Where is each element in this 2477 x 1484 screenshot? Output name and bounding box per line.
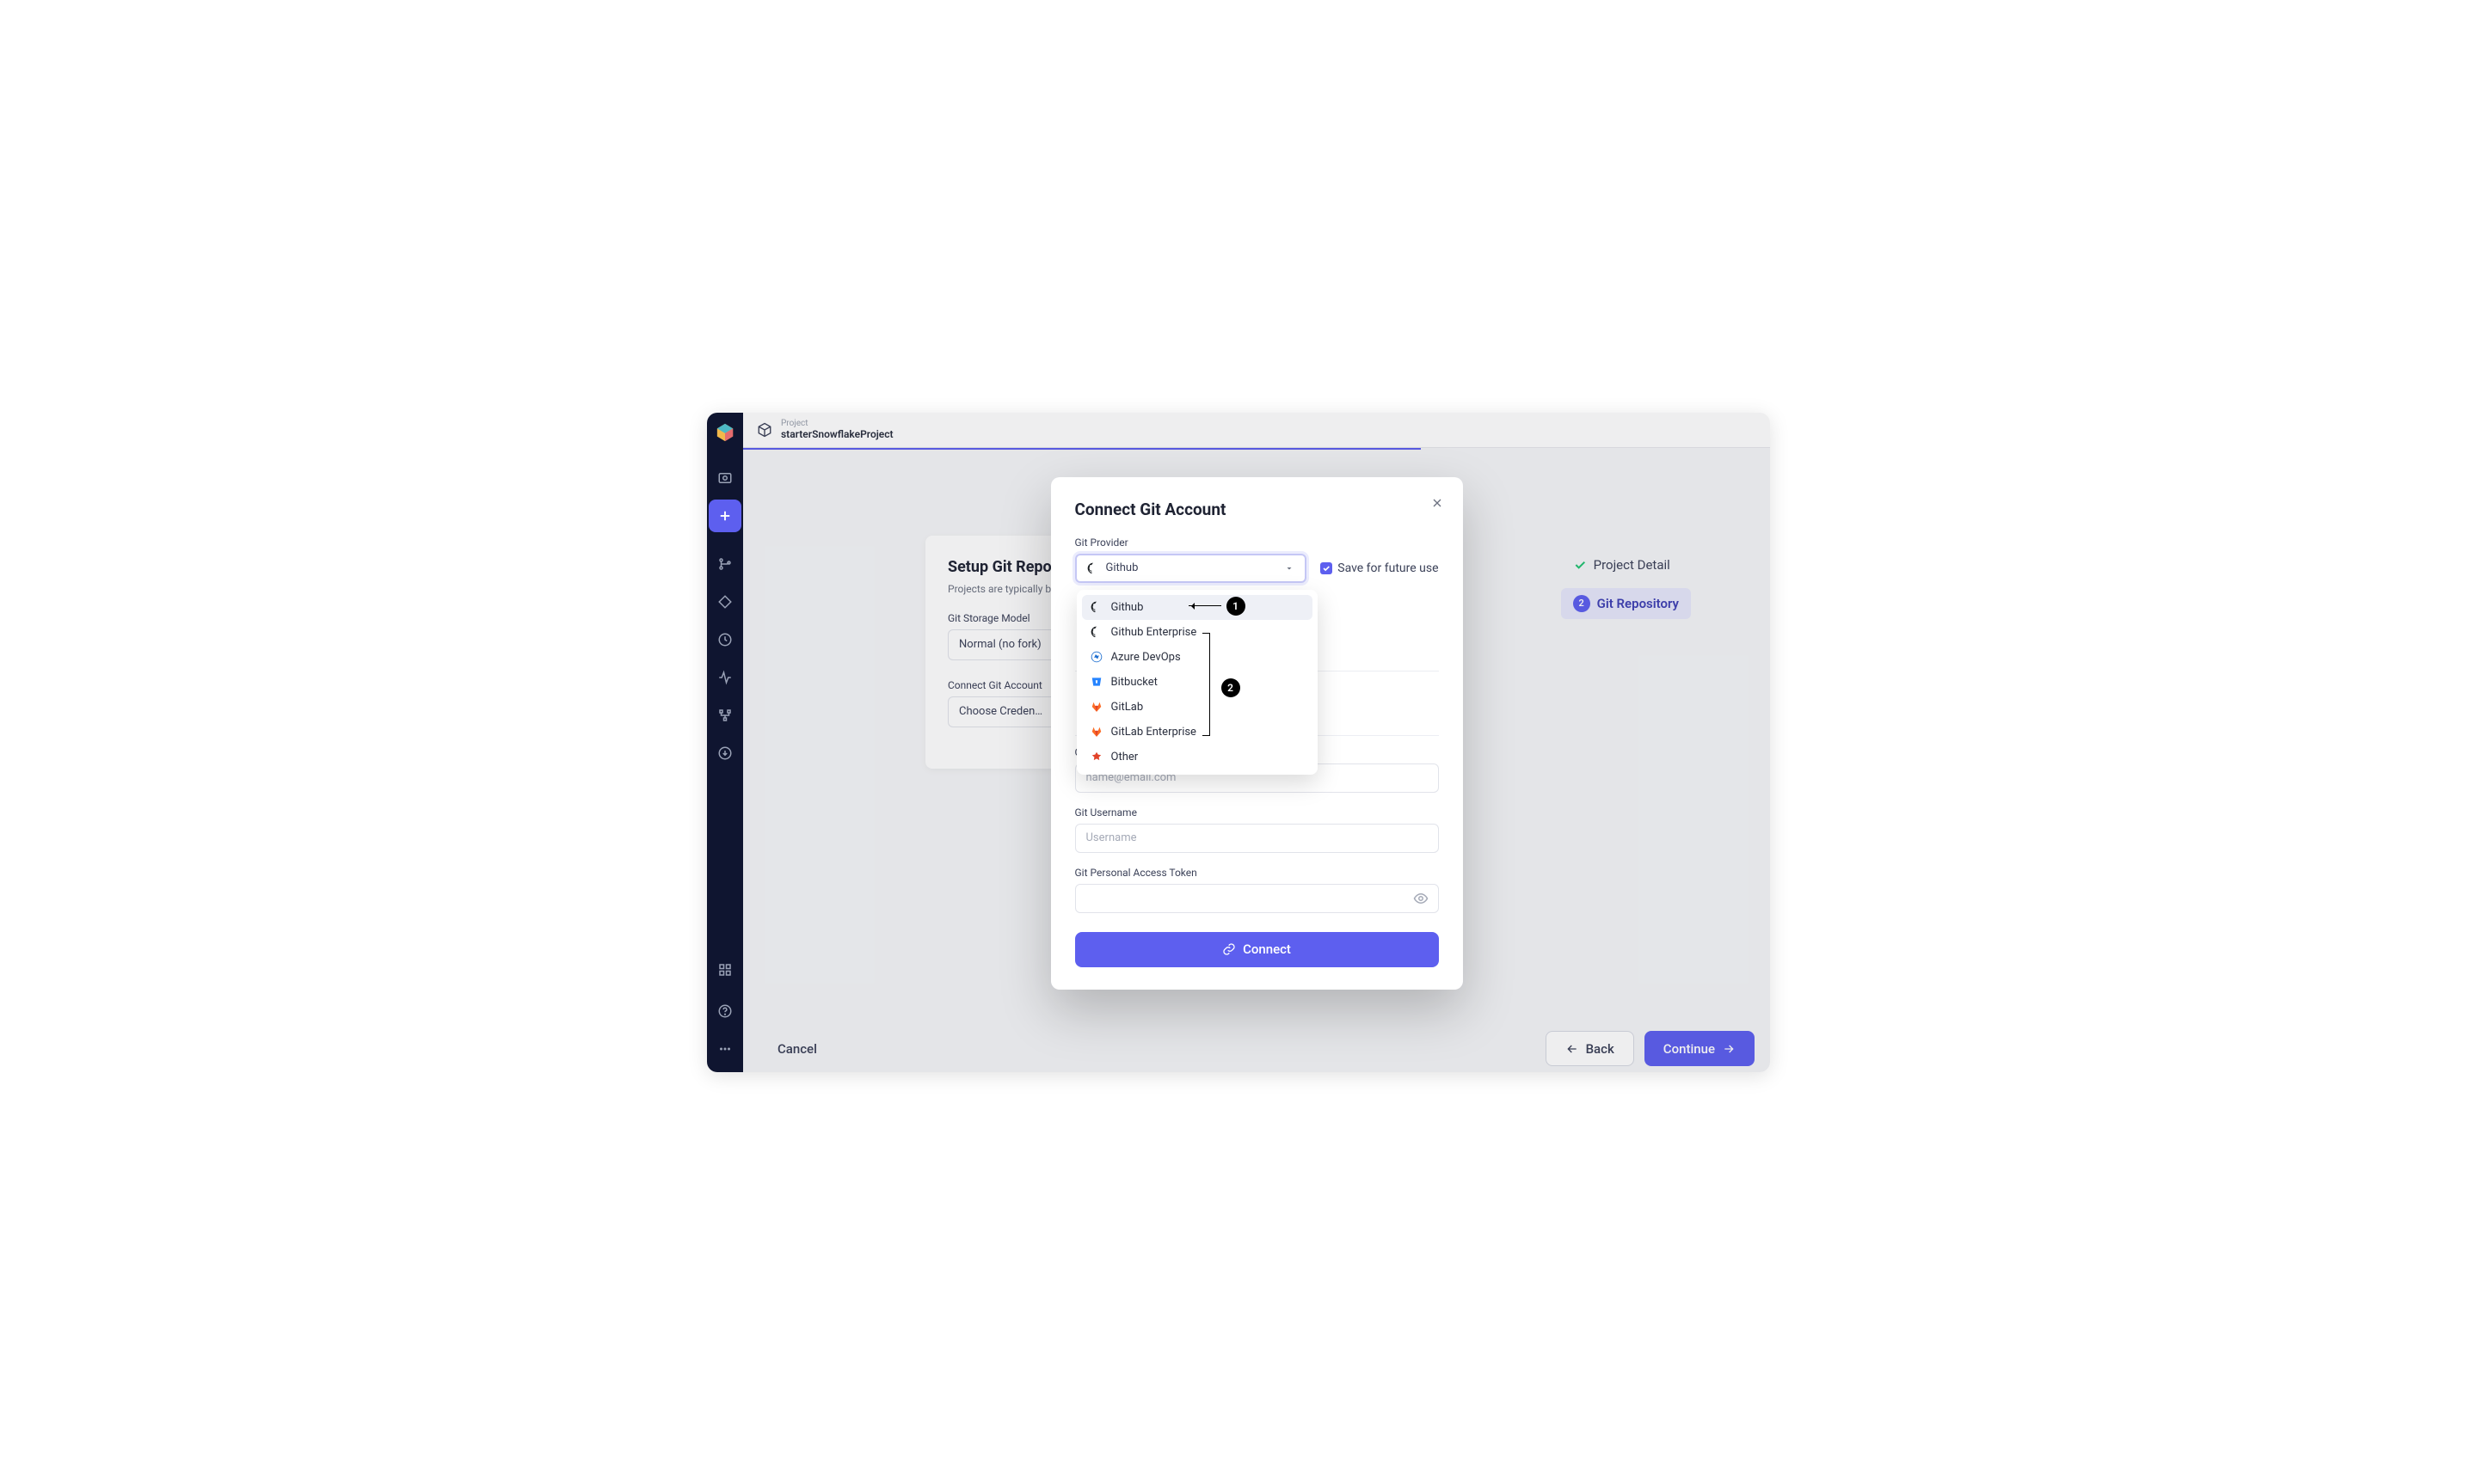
github-icon: [1091, 626, 1103, 638]
connect-button[interactable]: Connect: [1075, 932, 1439, 967]
provider-option-github-ent[interactable]: Github Enterprise: [1082, 620, 1312, 645]
sidebar-overview-icon[interactable]: [709, 462, 741, 494]
chevron-down-icon: [1284, 563, 1294, 573]
sidebar-tag-icon[interactable]: [709, 586, 741, 618]
provider-label: Git Provider: [1075, 537, 1439, 549]
username-input[interactable]: [1075, 824, 1439, 853]
save-future-label: Save for future use: [1337, 561, 1438, 575]
sidebar-branch-icon[interactable]: [709, 548, 741, 580]
provider-select[interactable]: Github GithubGithub EnterpriseAzure DevO…: [1075, 554, 1307, 583]
bitbucket-icon: [1091, 676, 1103, 688]
provider-option-gitlab-ent[interactable]: GitLab Enterprise: [1082, 720, 1312, 745]
sidebar-history-icon[interactable]: [709, 623, 741, 656]
username-label: Git Username: [1075, 806, 1439, 819]
provider-selected-label: Github: [1106, 561, 1139, 574]
sidebar-apps-icon[interactable]: [709, 954, 741, 986]
annotation-badge: 1: [1226, 597, 1245, 616]
save-future-checkbox[interactable]: Save for future use: [1320, 561, 1438, 575]
annotation-2: 2: [1204, 633, 1210, 736]
github-icon: [1087, 562, 1099, 574]
gitlab-icon: [1091, 701, 1103, 713]
token-input[interactable]: [1075, 884, 1439, 913]
sidebar-download-icon[interactable]: [709, 737, 741, 770]
sidebar-help-icon[interactable]: [709, 995, 741, 1027]
annotation-badge: 2: [1221, 678, 1240, 697]
gitlab-icon: [1091, 726, 1103, 738]
app-logo: [716, 423, 734, 442]
azure-icon: [1091, 651, 1103, 663]
main-area: Project starterSnowflakeProject Setup Gi…: [743, 413, 1770, 1072]
token-label: Git Personal Access Token: [1075, 867, 1439, 879]
provider-option-gitlab[interactable]: GitLab: [1082, 695, 1312, 720]
sidebar-add-icon[interactable]: [709, 500, 741, 532]
modal-title: Connect Git Account: [1075, 500, 1439, 519]
connect-git-modal: Connect Git Account Git Provider Github: [1051, 477, 1463, 990]
provider-option-other[interactable]: Other: [1082, 745, 1312, 770]
eye-icon[interactable]: [1413, 891, 1429, 906]
annotation-1: 1: [1189, 597, 1245, 616]
provider-option-azure[interactable]: Azure DevOps: [1082, 645, 1312, 670]
sidebar: [707, 413, 743, 1072]
checkbox-checked-icon: [1320, 562, 1332, 574]
provider-option-bitbucket[interactable]: Bitbucket: [1082, 670, 1312, 695]
provider-dropdown: GithubGithub EnterpriseAzure DevOpsBitbu…: [1077, 590, 1318, 775]
sidebar-more-icon[interactable]: [709, 1033, 741, 1065]
link-icon: [1222, 942, 1236, 956]
other-icon: [1091, 751, 1103, 763]
modal-overlay: Connect Git Account Git Provider Github: [743, 413, 1770, 1072]
close-icon[interactable]: [1430, 496, 1444, 510]
sidebar-network-icon[interactable]: [709, 699, 741, 732]
github-icon: [1091, 601, 1103, 613]
sidebar-activity-icon[interactable]: [709, 661, 741, 694]
app-window: Project starterSnowflakeProject Setup Gi…: [707, 413, 1770, 1072]
